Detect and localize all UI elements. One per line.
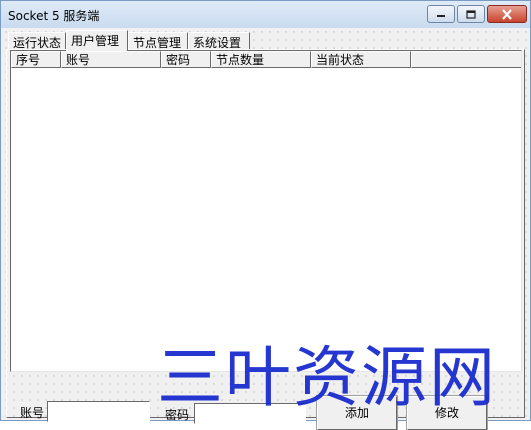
tab-user-management[interactable]: 用户管理 [66,30,128,51]
user-list-header: 序号 账号 密码 节点数量 当前状态 [11,51,521,68]
title-bar[interactable]: Socket 5 服务端 [1,1,530,28]
column-header-filler [411,51,521,68]
close-icon [502,8,512,20]
close-button[interactable] [487,5,527,23]
column-header-account[interactable]: 账号 [61,51,161,68]
minimize-icon [437,15,445,17]
minimize-button[interactable] [427,5,455,23]
column-header-index[interactable]: 序号 [11,51,61,68]
tab-node-management[interactable]: 节点管理 [128,32,188,50]
tab-run-status[interactable]: 运行状态 [8,32,66,50]
account-input[interactable] [47,401,150,422]
user-list[interactable]: 序号 账号 密码 节点数量 当前状态 [10,50,522,372]
window-title: Socket 5 服务端 [8,9,100,23]
column-header-node-count[interactable]: 节点数量 [211,51,311,68]
maximize-button[interactable] [457,5,485,23]
app-window: Socket 5 服务端 运行状态 用户管理 节点管理 系统设置 序号 账号 密… [0,0,531,430]
tab-system-settings[interactable]: 系统设置 [188,32,250,50]
watermark-text: 三叶资源网 [157,339,497,416]
client-area: 运行状态 用户管理 节点管理 系统设置 序号 账号 密码 节点数量 当前状态 账… [2,28,529,430]
maximize-icon [466,9,476,19]
column-header-current-status[interactable]: 当前状态 [311,51,411,68]
account-label: 账号 [20,406,45,420]
column-header-password[interactable]: 密码 [161,51,211,68]
